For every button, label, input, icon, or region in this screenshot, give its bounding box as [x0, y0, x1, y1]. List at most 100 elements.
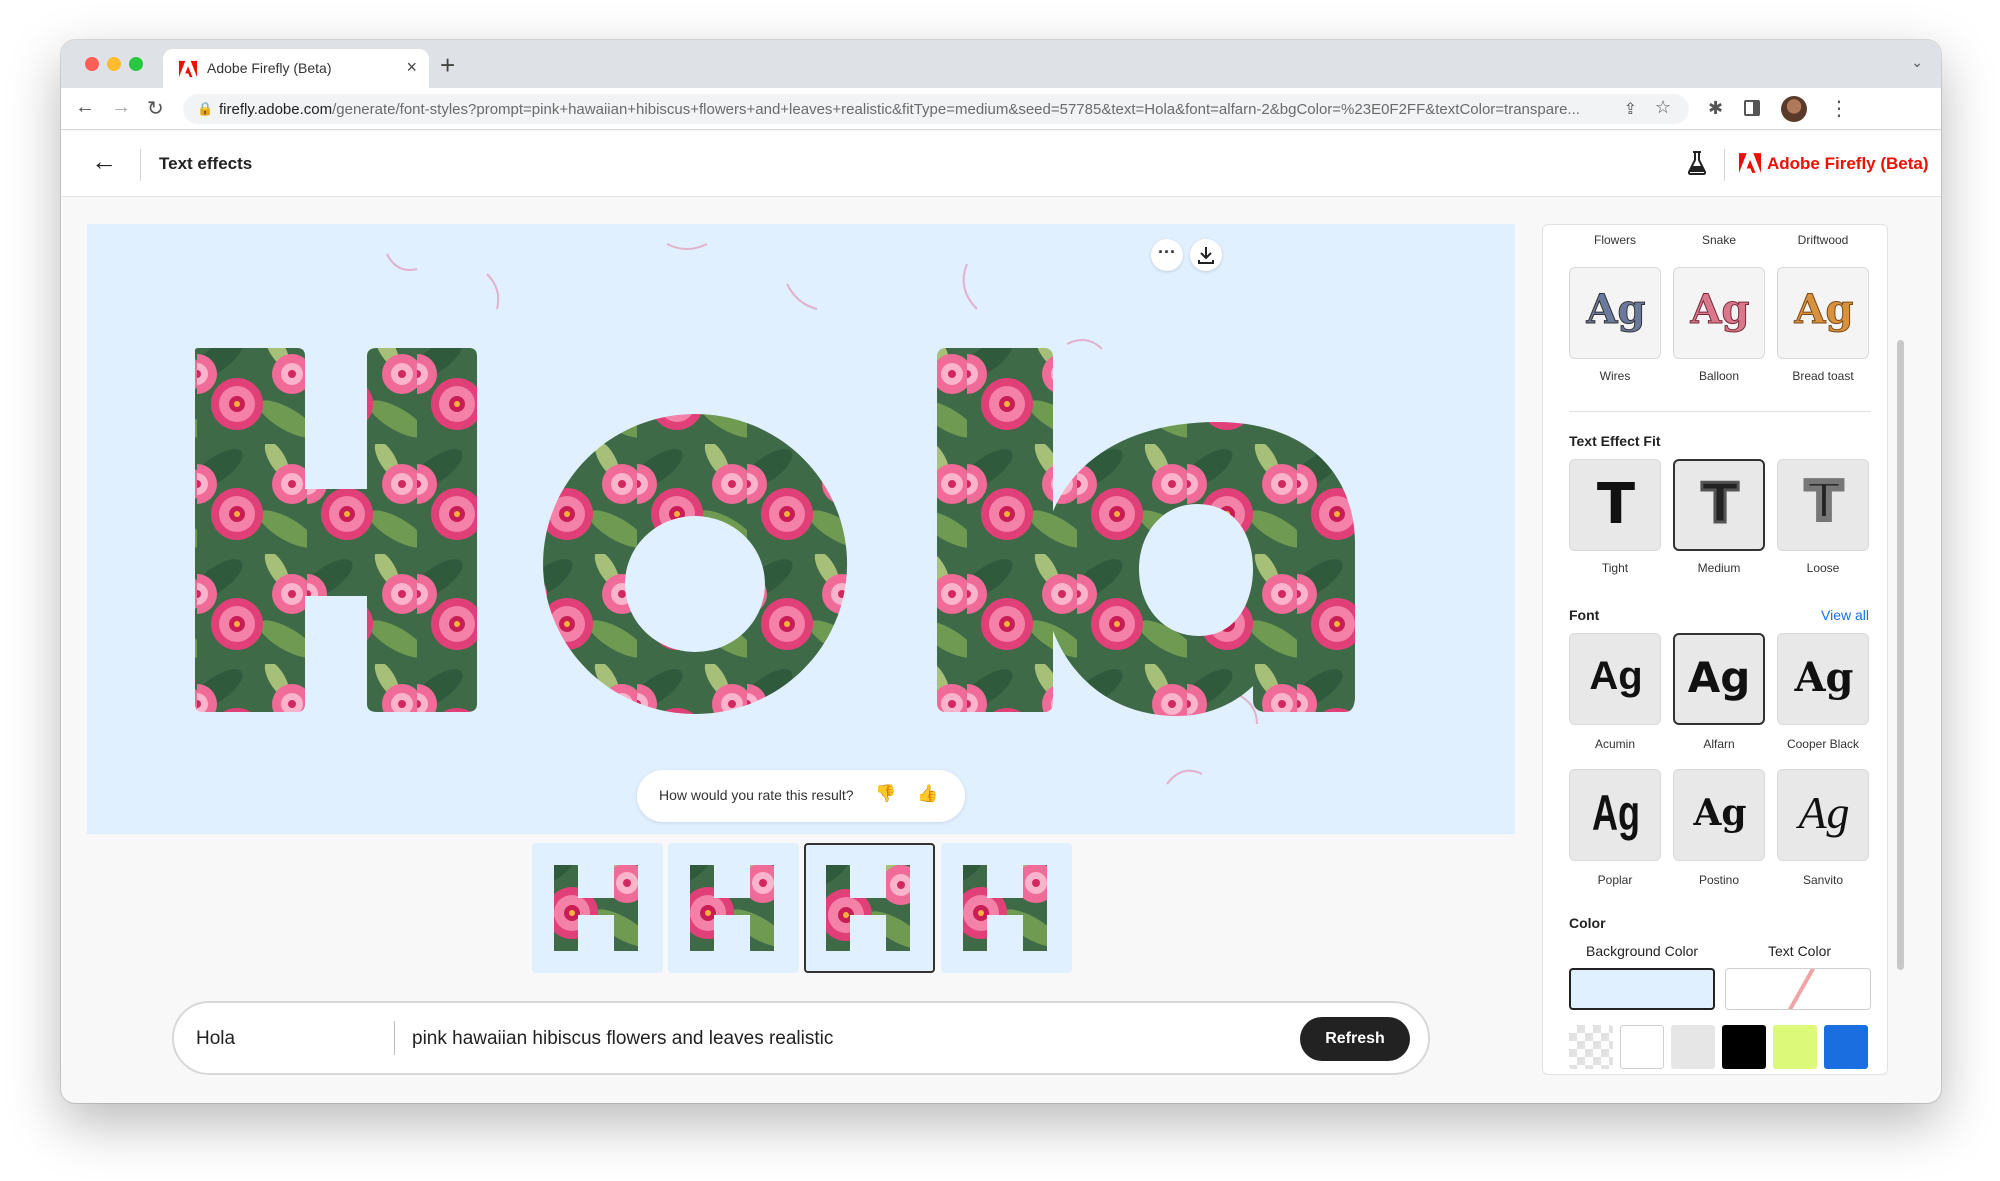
- refresh-button[interactable]: Refresh: [1300, 1017, 1410, 1061]
- app-header: ← Text effects Adobe Firefly (Beta): [61, 131, 1941, 197]
- close-tab-icon[interactable]: ×: [406, 57, 417, 78]
- more-options-button[interactable]: ···: [1151, 239, 1183, 271]
- panel-scrollbar[interactable]: [1897, 340, 1904, 970]
- rating-prompt: How would you rate this result? 👎 👍: [637, 770, 965, 822]
- panel-divider: [1569, 411, 1871, 412]
- header-divider-right: [1724, 149, 1725, 181]
- font-option-acumin[interactable]: Ag: [1569, 633, 1661, 725]
- letter-a: [1042, 422, 1355, 716]
- font-section-title: Font: [1569, 607, 1600, 623]
- font-label-alfarn: Alfarn: [1703, 737, 1735, 751]
- font-sample: Ag: [1687, 653, 1751, 702]
- variation-image: [554, 865, 638, 951]
- fit-option-loose[interactable]: T: [1777, 459, 1869, 551]
- variation-thumbnail-3[interactable]: [804, 843, 935, 973]
- fit-option-medium[interactable]: T: [1673, 459, 1765, 551]
- share-icon[interactable]: ⇪: [1624, 99, 1637, 119]
- extensions-puzzle-icon[interactable]: ✱: [1708, 98, 1723, 119]
- browser-forward-icon[interactable]: →: [111, 96, 131, 119]
- font-sample: Ag: [1592, 785, 1640, 841]
- beta-flask-icon[interactable]: [1687, 151, 1707, 175]
- fit-label-tight: Tight: [1601, 561, 1629, 575]
- tab-search-chevron-icon[interactable]: ⌄: [1911, 54, 1923, 71]
- tab-title: Adobe Firefly (Beta): [207, 60, 332, 76]
- font-option-postino[interactable]: Ag: [1673, 769, 1765, 861]
- font-option-sanvito[interactable]: Ag: [1777, 769, 1869, 861]
- settings-panel: Flowers Snake Driftwood Ag Ag Ag Wires B…: [1542, 224, 1888, 1075]
- variation-thumbnail-2[interactable]: [668, 843, 799, 973]
- minimize-window-button[interactable]: [107, 57, 121, 71]
- style-tile-wires[interactable]: Ag: [1569, 267, 1661, 359]
- swatch-transparent[interactable]: [1569, 1025, 1613, 1069]
- maximize-window-button[interactable]: [129, 57, 143, 71]
- browser-back-icon[interactable]: ←: [75, 96, 95, 119]
- text-color-swatch[interactable]: [1725, 968, 1871, 1010]
- font-label-sanvito: Sanvito: [1802, 873, 1844, 887]
- address-toolbar: ← → ↻ 🔒 firefly.adobe.com/generate/font-…: [61, 88, 1941, 130]
- fit-label-loose: Loose: [1806, 561, 1840, 575]
- letter-o: [543, 414, 848, 714]
- browser-tab[interactable]: Adobe Firefly (Beta) ×: [163, 49, 429, 88]
- browser-menu-icon[interactable]: ⋮: [1829, 96, 1849, 121]
- variation-image: [690, 865, 774, 951]
- prompt-divider: [394, 1021, 395, 1055]
- profile-avatar[interactable]: [1781, 96, 1807, 122]
- fit-sample: T: [1803, 469, 1844, 535]
- style-label-wires: Wires: [1599, 369, 1631, 383]
- font-option-alfarn[interactable]: Ag: [1673, 633, 1765, 725]
- url-text[interactable]: firefly.adobe.com/generate/font-styles?p…: [219, 101, 1649, 118]
- new-tab-icon[interactable]: +: [440, 50, 455, 81]
- generated-text-image: [195, 243, 1355, 815]
- swatch-white[interactable]: [1620, 1025, 1664, 1069]
- swatch-lime[interactable]: [1773, 1025, 1817, 1069]
- side-panel-icon[interactable]: [1744, 100, 1760, 116]
- letter-l: [937, 348, 1053, 712]
- url-path: /generate/font-styles?prompt=pink+hawaii…: [332, 101, 1580, 118]
- reload-icon[interactable]: ↻: [147, 96, 164, 121]
- style-label-snake: Snake: [1701, 233, 1737, 247]
- font-label-cooper-black: Cooper Black: [1786, 737, 1860, 751]
- style-label-balloon: Balloon: [1698, 369, 1740, 383]
- swatch-black[interactable]: [1722, 1025, 1766, 1069]
- fit-sample: T: [1596, 472, 1636, 537]
- brand-name: Adobe Firefly (Beta): [1767, 154, 1929, 173]
- style-tile-bread-toast[interactable]: Ag: [1777, 267, 1869, 359]
- variation-image: [963, 865, 1047, 951]
- style-label-driftwood: Driftwood: [1797, 233, 1849, 247]
- download-button[interactable]: [1190, 239, 1222, 271]
- header-divider: [140, 149, 141, 181]
- tab-bar: Adobe Firefly (Beta) × + ⌄: [61, 40, 1941, 88]
- view-all-fonts-link[interactable]: View all: [1821, 607, 1869, 623]
- variation-thumbnail-4[interactable]: [941, 843, 1072, 973]
- page-title: Text effects: [159, 154, 253, 173]
- fit-option-tight[interactable]: T: [1569, 459, 1661, 551]
- adobe-brand-logo-icon: [1739, 153, 1761, 173]
- font-option-cooper-black[interactable]: Ag: [1777, 633, 1869, 725]
- thumbs-up-icon[interactable]: 👍: [917, 784, 938, 804]
- close-window-button[interactable]: [85, 57, 99, 71]
- font-label-postino: Postino: [1698, 873, 1740, 887]
- font-sample: Ag: [1794, 654, 1854, 701]
- style-sample: Ag: [1690, 286, 1750, 334]
- text-input[interactable]: Hola: [196, 1028, 235, 1050]
- thumbs-down-icon[interactable]: 👎: [875, 784, 896, 804]
- font-sample: Ag: [1589, 654, 1643, 698]
- url-host: firefly.adobe.com: [219, 101, 333, 118]
- browser-window: Adobe Firefly (Beta) × + ⌄ ← → ↻ 🔒 firef…: [61, 40, 1941, 1103]
- font-label-poplar: Poplar: [1597, 873, 1633, 887]
- variation-thumbnail-1[interactable]: [532, 843, 663, 973]
- background-color-label: Background Color: [1586, 943, 1699, 959]
- background-color-swatch[interactable]: [1569, 968, 1715, 1010]
- swatch-light-gray[interactable]: [1671, 1025, 1715, 1069]
- lock-icon: 🔒: [197, 101, 214, 116]
- swatch-blue[interactable]: [1824, 1025, 1868, 1069]
- bookmark-star-icon[interactable]: ☆: [1655, 97, 1671, 118]
- url-bar[interactable]: 🔒 firefly.adobe.com/generate/font-styles…: [183, 94, 1689, 124]
- letter-h: [195, 348, 477, 712]
- style-tile-balloon[interactable]: Ag: [1673, 267, 1765, 359]
- font-option-poplar[interactable]: Ag: [1569, 769, 1661, 861]
- transparent-slash-icon: [1787, 969, 1816, 1009]
- back-arrow-icon[interactable]: ←: [91, 146, 117, 177]
- color-section-title: Color: [1569, 915, 1606, 931]
- prompt-input[interactable]: pink hawaiian hibiscus flowers and leave…: [412, 1028, 833, 1050]
